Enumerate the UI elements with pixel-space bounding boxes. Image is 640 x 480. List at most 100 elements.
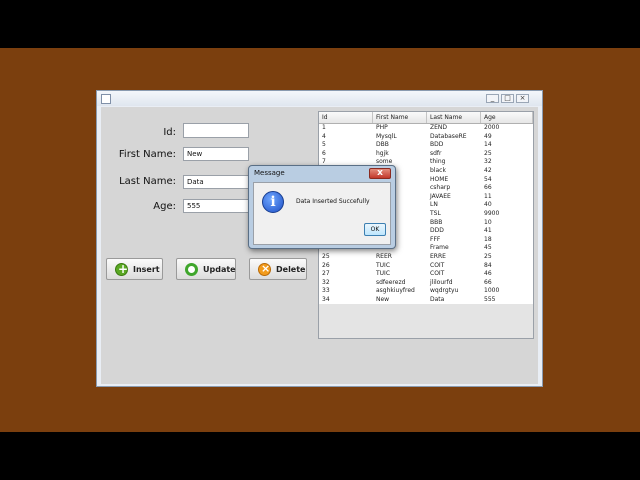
first-name-field[interactable]: New <box>183 147 249 161</box>
table-cell: thing <box>430 158 446 166</box>
table-cell: REER <box>376 252 392 260</box>
table-row[interactable]: 1 PHP ZEND 2000 <box>319 124 533 133</box>
table-cell: TSL <box>430 209 441 217</box>
table-cell: ZEND <box>430 124 448 131</box>
ok-button[interactable]: OK <box>364 223 386 236</box>
table-cell: BBB <box>430 218 443 226</box>
table-cell: DatabaseRE <box>430 132 467 140</box>
table-cell: 1 <box>322 124 326 131</box>
table-cell: 66 <box>484 184 492 192</box>
table-cell: 32 <box>322 278 330 286</box>
table-cell: 27 <box>322 270 330 278</box>
id-label: Id: <box>163 127 176 138</box>
letterbox-top <box>0 0 640 48</box>
column-header-age[interactable]: Age <box>481 112 533 123</box>
table-cell: TUIC <box>376 270 391 278</box>
table-cell: sdfr <box>430 149 442 157</box>
table-cell: 11 <box>484 192 492 200</box>
table-cell: 41 <box>484 227 492 235</box>
table-cell: 25 <box>484 252 492 260</box>
age-label: Age: <box>153 201 176 212</box>
table-cell: sdfeerezd <box>376 278 406 286</box>
table-cell: csharp <box>430 184 451 192</box>
table-row[interactable]: 5 DBB BDD 14 <box>319 141 533 150</box>
table-cell: 9900 <box>484 209 500 217</box>
letterbox-bottom <box>0 432 640 480</box>
delete-button[interactable]: Delete <box>249 258 307 280</box>
table-cell: wqdrgtyu <box>430 287 459 295</box>
table-cell: PHP <box>376 124 388 131</box>
table-row[interactable]: 33 asghkiuyfred wqdrgtyu 1000 <box>319 287 533 296</box>
table-cell: black <box>430 166 446 174</box>
delete-button-label: Delete <box>276 265 306 274</box>
table-cell: JAVAEE <box>430 192 451 200</box>
table-header: Id First Name Last Name Age <box>319 112 533 124</box>
table-cell: DDD <box>430 227 444 235</box>
add-icon <box>115 262 128 276</box>
table-cell: New <box>376 295 390 303</box>
update-button-label: Update <box>203 265 236 274</box>
window-titlebar[interactable]: _ □ × <box>97 91 542 106</box>
table-cell: 18 <box>484 235 492 243</box>
info-icon: i <box>262 191 284 213</box>
table-cell: BDD <box>430 141 444 149</box>
table-cell: 84 <box>484 261 492 269</box>
id-field[interactable] <box>183 123 249 138</box>
table-cell: hgjk <box>376 149 389 157</box>
table-row[interactable]: 27 TUIC COIT 46 <box>319 270 533 279</box>
insert-button-label: Insert <box>133 265 160 274</box>
minimize-button[interactable]: _ <box>486 94 499 103</box>
table-row[interactable]: 4 MysqlL DatabaseRE 49 <box>319 132 533 142</box>
table-cell: LN <box>430 201 438 209</box>
refresh-icon <box>185 263 198 276</box>
table-cell: 66 <box>484 278 492 286</box>
table-cell: FFF <box>430 235 441 243</box>
delete-icon <box>258 262 271 276</box>
table-cell: TUIC <box>376 261 391 269</box>
table-cell: 40 <box>484 201 492 209</box>
insert-button[interactable]: Insert <box>106 258 163 280</box>
table-row[interactable]: 32 sdfeerezd jlilourfd 66 <box>319 278 533 288</box>
age-field[interactable]: 555 <box>183 199 249 213</box>
table-cell: ERRE <box>430 252 446 260</box>
table-cell: 45 <box>484 244 492 252</box>
table-cell: 34 <box>322 295 330 303</box>
close-button[interactable]: × <box>516 94 529 103</box>
table-cell: 33 <box>322 287 330 295</box>
table-cell: 49 <box>484 132 492 140</box>
table-row[interactable]: 6 hgjk sdfr 25 <box>319 149 533 159</box>
last-name-field[interactable]: Data <box>183 175 249 189</box>
table-cell: Data <box>430 295 445 303</box>
column-header-last-name[interactable]: Last Name <box>427 112 481 123</box>
app-icon <box>101 94 111 104</box>
table-cell: 25 <box>322 252 330 260</box>
table-cell: COIT <box>430 261 445 269</box>
table-cell: 54 <box>484 175 492 183</box>
maximize-button[interactable]: □ <box>501 94 514 103</box>
table-row[interactable]: 26 TUIC COIT 84 <box>319 261 533 271</box>
table-cell: 42 <box>484 166 492 174</box>
table-cell: 46 <box>484 270 492 278</box>
dialog-title: Message <box>254 169 285 177</box>
table-row[interactable]: 25 REER ERRE 25 <box>319 252 533 262</box>
dialog-close-button[interactable]: x <box>369 168 391 179</box>
table-cell: COIT <box>430 270 445 278</box>
table-cell: 10 <box>484 218 492 226</box>
column-header-id[interactable]: Id <box>319 112 373 123</box>
table-row[interactable]: 34 New Data 555 <box>319 295 533 305</box>
table-cell: 14 <box>484 141 492 149</box>
table-cell: 4 <box>322 132 326 140</box>
table-cell: 2000 <box>484 124 500 131</box>
column-header-first-name[interactable]: First Name <box>373 112 427 123</box>
update-button[interactable]: Update <box>176 258 236 280</box>
dialog-message: Data Inserted Succefully <box>296 198 370 205</box>
table-cell: DBB <box>376 141 389 149</box>
message-dialog: Message x i Data Inserted Succefully OK <box>248 165 396 249</box>
first-name-label: First Name: <box>118 149 176 160</box>
table-cell: Frame <box>430 244 449 252</box>
table-cell: 32 <box>484 158 492 166</box>
table-cell: 1000 <box>484 287 500 295</box>
table-cell: HOME <box>430 175 449 183</box>
table-cell: jlilourfd <box>430 278 453 286</box>
table-cell: 6 <box>322 149 326 157</box>
